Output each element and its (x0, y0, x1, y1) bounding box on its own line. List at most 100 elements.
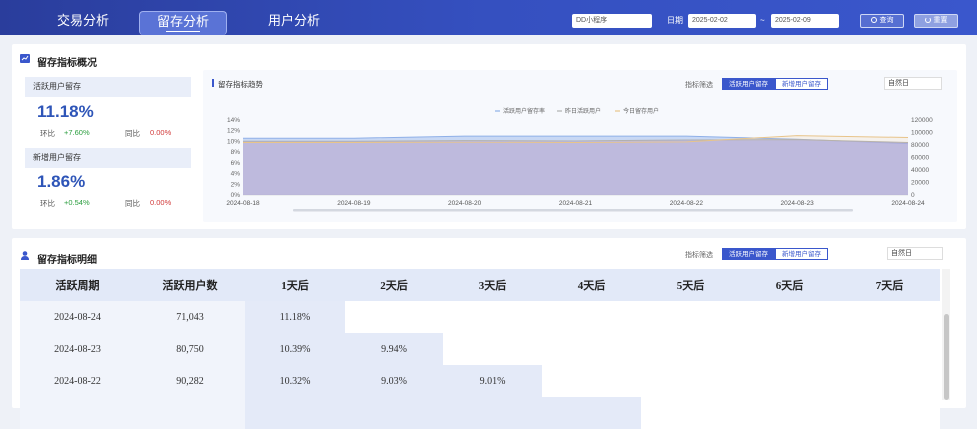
trend-metric-toggle: 活跃用户留存 新增用户留存 (722, 78, 828, 90)
header-cell: 5天后 (641, 269, 740, 301)
y-left-tick-label: 4% (231, 171, 241, 178)
y-right-tick-label: 0 (911, 192, 915, 199)
table-cell: 9.03% (345, 365, 443, 397)
table-row: 2024-08-24 71,043 11.18% (20, 301, 940, 333)
reset-button[interactable]: 重置 (914, 14, 958, 28)
table-cell (641, 365, 740, 397)
table-cell: 9.94% (345, 333, 443, 365)
start-date-input[interactable]: 2025-02-02 (688, 14, 756, 28)
x-tick-label: 2024-08-22 (670, 200, 704, 207)
table-cell: 2024-08-23 (20, 333, 135, 365)
table-cell: 2024-08-22 (20, 365, 135, 397)
y-right-tick-label: 20000 (911, 180, 929, 187)
y-left-tick-label: 12% (227, 128, 240, 135)
top-nav-bar: 交易分析 留存分析 用户分析 DD小程序 日期 2025-02-02 ~ 202… (0, 0, 977, 35)
table-cell: 2024-08-24 (20, 301, 135, 333)
detail-pill-active-retention[interactable]: 活跃用户留存 (722, 248, 775, 260)
table-cell (740, 397, 839, 429)
active-mom-value: +7.60% (64, 128, 90, 137)
header-cell: 6天后 (740, 269, 839, 301)
query-button-label: 查询 (879, 17, 894, 24)
reset-button-label: 重置 (933, 17, 948, 24)
x-tick-label: 2024-08-23 (781, 200, 815, 207)
query-button[interactable]: 查询 (860, 14, 904, 28)
y-left-tick-label: 14% (227, 117, 240, 124)
active-yoy-label: 同比 (125, 129, 140, 138)
y-right-tick-label: 80000 (911, 142, 929, 149)
new-yoy-value: 0.00% (150, 198, 172, 207)
table-cell (740, 301, 839, 333)
y-left-tick-label: 10% (227, 138, 240, 145)
table-cell (345, 397, 443, 429)
x-tick-label: 2024-08-21 (559, 200, 593, 207)
date-separator: ~ (760, 16, 765, 25)
trend-period-select[interactable]: 自然日 (884, 77, 942, 90)
overview-title: 留存指标概况 (37, 58, 97, 69)
table-cell (740, 365, 839, 397)
detail-period-select[interactable]: 自然日 (887, 247, 943, 260)
table-cell (839, 397, 940, 429)
x-tick-label: 2024-08-19 (337, 200, 371, 207)
active-yoy-value: 0.00% (150, 128, 172, 137)
chart-zoom-slider (293, 209, 853, 212)
detail-metric-toggle: 活跃用户留存 新增用户留存 (722, 248, 828, 260)
trend-title: 留存指标趋势 (218, 80, 263, 89)
table-cell (443, 301, 542, 333)
table-cell (135, 397, 245, 429)
table-cell (443, 397, 542, 429)
search-icon (870, 17, 877, 24)
table-cell (839, 365, 940, 397)
header-cell: 2天后 (345, 269, 443, 301)
trend-title-marker (212, 79, 214, 87)
table-cell: 71,043 (135, 301, 245, 333)
table-cell (641, 333, 740, 365)
table-cell (245, 397, 345, 429)
x-tick-label: 2024-08-20 (448, 200, 482, 207)
table-cell (740, 333, 839, 365)
active-retention-value: 11.18% (37, 102, 94, 121)
trend-pill-new-retention[interactable]: 新增用户留存 (775, 78, 828, 90)
table-cell (839, 301, 940, 333)
table-row: 2024-08-23 80,750 10.39% 9.94% (20, 333, 940, 365)
table-cell (20, 397, 135, 429)
table-scrollbar-thumb[interactable] (944, 314, 949, 400)
table-cell (542, 397, 641, 429)
detail-filter-label: 指标筛选 (685, 252, 713, 259)
table-cell (641, 397, 740, 429)
tab-retention-analysis[interactable]: 留存分析 (139, 11, 227, 35)
new-mom-label: 环比 (40, 199, 55, 208)
tab-user-analysis[interactable]: 用户分析 (250, 10, 338, 32)
y-right-tick-label: 60000 (911, 155, 929, 162)
table-cell: 11.18% (245, 301, 345, 333)
tab-transaction-analysis[interactable]: 交易分析 (39, 10, 127, 32)
y-left-tick-label: 2% (231, 181, 241, 188)
new-retention-value: 1.86% (37, 172, 86, 191)
table-cell: 9.01% (443, 365, 542, 397)
y-left-tick-label: 8% (231, 149, 241, 156)
app-select[interactable]: DD小程序 (572, 14, 652, 28)
legend-label: 活跃用户留存率 (503, 107, 545, 115)
date-label: 日期 (667, 16, 683, 25)
header-cell: 7天后 (839, 269, 940, 301)
table-cell (443, 333, 542, 365)
legend-label: 今日留存用户 (623, 107, 659, 115)
trend-pill-active-retention[interactable]: 活跃用户留存 (722, 78, 775, 90)
detail-pill-new-retention[interactable]: 新增用户留存 (775, 248, 828, 260)
end-date-input[interactable]: 2025-02-09 (771, 14, 839, 28)
table-cell: 80,750 (135, 333, 245, 365)
y-right-tick-label: 100000 (911, 130, 933, 137)
x-tick-label: 2024-08-24 (891, 200, 925, 207)
table-cell (641, 301, 740, 333)
header-cell: 活跃用户数 (135, 269, 245, 301)
user-icon (21, 251, 29, 260)
table-cell: 90,282 (135, 365, 245, 397)
series-area (243, 135, 908, 195)
header-cell: 1天后 (245, 269, 345, 301)
table-cell (542, 333, 641, 365)
active-mom-label: 环比 (40, 129, 55, 138)
y-right-tick-label: 40000 (911, 167, 929, 174)
retention-detail-table: 活跃周期 活跃用户数 1天后 2天后 3天后 4天后 5天后 6天后 7天后 2… (20, 269, 940, 429)
x-tick-label: 2024-08-18 (226, 200, 260, 207)
table-header-row: 活跃周期 活跃用户数 1天后 2天后 3天后 4天后 5天后 6天后 7天后 (20, 269, 940, 301)
active-retention-label: 活跃用户留存 (25, 77, 191, 97)
